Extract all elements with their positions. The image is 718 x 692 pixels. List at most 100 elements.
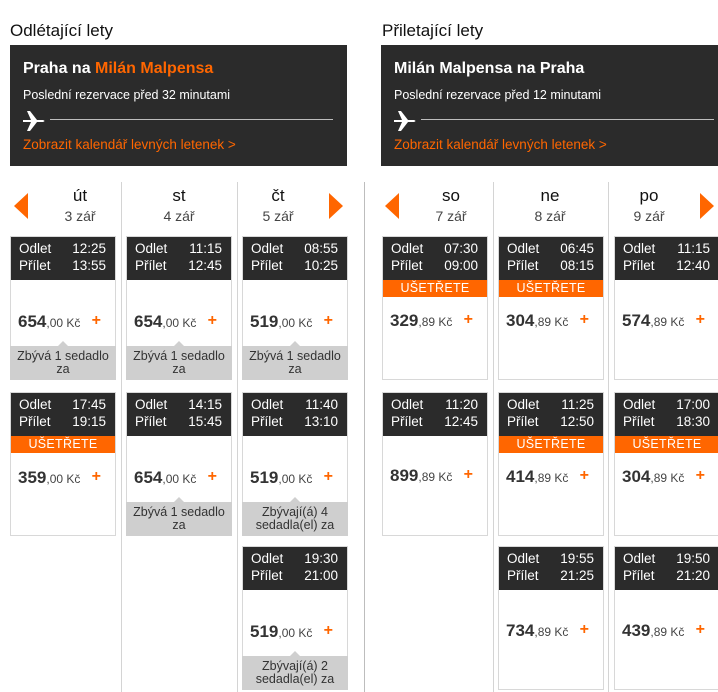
- add-flight-button[interactable]: +: [696, 467, 705, 485]
- day-header[interactable]: ne 8 zář: [500, 186, 600, 224]
- departure-label: Odlet: [135, 397, 168, 412]
- add-flight-button[interactable]: +: [208, 312, 217, 330]
- fare-price: 654,00 Kč: [134, 468, 197, 487]
- saving-badge: UŠETŘETE: [499, 280, 603, 297]
- add-flight-button[interactable]: +: [324, 468, 333, 486]
- flight-times: Odlet 06:45 Přílet 08:15: [499, 237, 603, 280]
- arrival-label: Přílet: [251, 258, 283, 273]
- flight-card[interactable]: Odlet 11:40 Přílet 13:10 519,00 Kč + Zbýva…: [242, 392, 348, 536]
- seats-remaining: Zbývá 1 sedadlo za: [242, 341, 348, 380]
- add-flight-button[interactable]: +: [580, 311, 589, 329]
- arrival-time: 18:30: [676, 414, 710, 429]
- section-divider: [364, 182, 365, 692]
- departure-label: Odlet: [19, 241, 52, 256]
- arrival-time: 15:45: [188, 414, 222, 429]
- arrival-label: Přílet: [623, 414, 655, 429]
- arrow-right-icon[interactable]: [700, 193, 714, 219]
- route-line: [50, 119, 333, 120]
- add-flight-button[interactable]: +: [580, 621, 589, 639]
- day-header[interactable]: so 7 zář: [401, 186, 501, 224]
- flight-times: Odlet 08:55 Přílet 10:25: [243, 237, 347, 280]
- seats-remaining: Zbývá 1 sedadlo za: [126, 497, 232, 536]
- flight-card[interactable]: Odlet 17:00 Přílet 18:30 UŠETŘETE 304,89 K…: [614, 392, 718, 536]
- add-flight-button[interactable]: +: [696, 621, 705, 639]
- column-divider: [237, 182, 238, 692]
- inbound-route-title: Milán Malpensa na Praha: [394, 60, 585, 77]
- flight-card[interactable]: Odlet 19:50 Přílet 21:20 439,89 Kč +: [614, 546, 718, 690]
- departure-time: 07:30: [444, 241, 478, 256]
- departure-label: Odlet: [507, 241, 540, 256]
- arrival-label: Přílet: [623, 258, 655, 273]
- flight-card[interactable]: Odlet 06:45 Přílet 08:15 UŠETŘETE 304,89 K…: [498, 236, 604, 380]
- fare-calendar-link[interactable]: Zobrazit kalendář levných letenek >: [23, 137, 236, 152]
- add-flight-button[interactable]: +: [92, 312, 101, 330]
- arrow-left-icon[interactable]: [385, 193, 399, 219]
- flight-card[interactable]: Odlet 19:55 Přílet 21:25 734,89 Kč +: [498, 546, 604, 690]
- add-flight-button[interactable]: +: [92, 468, 101, 486]
- arrival-label: Přílet: [507, 258, 539, 273]
- arrow-right-icon[interactable]: [329, 193, 343, 219]
- route-line: [421, 119, 714, 120]
- arrow-left-icon[interactable]: [14, 193, 28, 219]
- departure-label: Odlet: [391, 241, 424, 256]
- arrival-label: Přílet: [391, 258, 423, 273]
- outbound-route-panel: Praha na Milán Malpensa Poslední rezerva…: [10, 45, 347, 166]
- fare-price: 519,00 Kč: [250, 622, 313, 641]
- seats-remaining: Zbývají(á) 4 sedadla(el) za: [242, 497, 348, 536]
- day-header[interactable]: út 3 zář: [30, 186, 130, 224]
- flight-times: Odlet 11:40 Přílet 13:10: [243, 393, 347, 436]
- flight-times: Odlet 19:50 Přílet 21:20: [615, 547, 718, 590]
- departure-time: 11:25: [561, 397, 594, 412]
- day-date: 8 zář: [534, 208, 566, 224]
- departure-label: Odlet: [623, 551, 656, 566]
- saving-badge: UŠETŘETE: [383, 280, 487, 297]
- arrival-time: 12:45: [444, 414, 478, 429]
- fare-calendar-link[interactable]: Zobrazit kalendář levných letenek >: [394, 137, 607, 152]
- fare-price: 654,00 Kč: [18, 312, 81, 331]
- flight-card[interactable]: Odlet 11:20 Přílet 12:45 899,89 Kč +: [382, 392, 488, 536]
- add-flight-button[interactable]: +: [464, 466, 473, 484]
- fare-price: 304,89 Kč: [506, 311, 569, 330]
- flight-card[interactable]: Odlet 11:15 Přílet 12:40 574,89 Kč +: [614, 236, 718, 380]
- day-header[interactable]: čt 5 zář: [228, 186, 328, 224]
- inbound-section-title: Přiletající lety: [382, 21, 484, 40]
- saving-badge: UŠETŘETE: [11, 436, 115, 453]
- day-name: út: [72, 186, 88, 205]
- arrival-label: Přílet: [135, 258, 167, 273]
- day-date: 5 zář: [262, 208, 294, 224]
- flight-card[interactable]: Odlet 14:15 Přílet 15:45 654,00 Kč + Zbývá…: [126, 392, 232, 536]
- day-name: so: [442, 186, 460, 205]
- fare-price: 654,00 Kč: [134, 312, 197, 331]
- add-flight-button[interactable]: +: [324, 312, 333, 330]
- arrival-time: 09:00: [444, 258, 478, 273]
- day-date: 4 zář: [163, 208, 195, 224]
- day-date: 9 zář: [633, 208, 665, 224]
- day-header[interactable]: po 9 zář: [599, 186, 699, 224]
- add-flight-button[interactable]: +: [696, 311, 705, 329]
- flight-card[interactable]: Odlet 17:45 Přílet 19:15 UŠETŘETE 359,00 K…: [10, 392, 116, 536]
- fare-price: 734,89 Kč: [506, 621, 569, 640]
- route-to: Milán Malpensa: [95, 60, 214, 77]
- flight-card[interactable]: Odlet 11:15 Přílet 12:45 654,00 Kč + Zbývá…: [126, 236, 232, 380]
- last-booking-text: Poslední rezervace před 32 minutami: [23, 88, 231, 102]
- flight-card[interactable]: Odlet 12:25 Přílet 13:55 654,00 Kč + Zbývá…: [10, 236, 116, 380]
- fare-price: 574,89 Kč: [622, 311, 685, 330]
- saving-badge: UŠETŘETE: [499, 436, 603, 453]
- add-flight-button[interactable]: +: [464, 311, 473, 329]
- arrival-time: 12:50: [560, 414, 594, 429]
- flight-card[interactable]: Odlet 19:30 Přílet 21:00 519,00 Kč + Zbýva…: [242, 546, 348, 690]
- departure-time: 11:20: [445, 397, 478, 412]
- plane-icon: [394, 111, 416, 131]
- add-flight-button[interactable]: +: [324, 622, 333, 640]
- outbound-route-title: Praha na Milán Malpensa: [23, 60, 213, 78]
- add-flight-button[interactable]: +: [208, 468, 217, 486]
- departure-label: Odlet: [507, 397, 540, 412]
- flight-card[interactable]: Odlet 07:30 Přílet 09:00 UŠETŘETE 329,89 K…: [382, 236, 488, 380]
- arrival-time: 13:10: [304, 414, 338, 429]
- day-header[interactable]: st 4 zář: [129, 186, 229, 224]
- flight-card[interactable]: Odlet 11:25 Přílet 12:50 UŠETŘETE 414,89 K…: [498, 392, 604, 536]
- fare-price: 519,00 Kč: [250, 468, 313, 487]
- add-flight-button[interactable]: +: [580, 467, 589, 485]
- departure-label: Odlet: [507, 551, 540, 566]
- flight-card[interactable]: Odlet 08:55 Přílet 10:25 519,00 Kč + Zbývá…: [242, 236, 348, 380]
